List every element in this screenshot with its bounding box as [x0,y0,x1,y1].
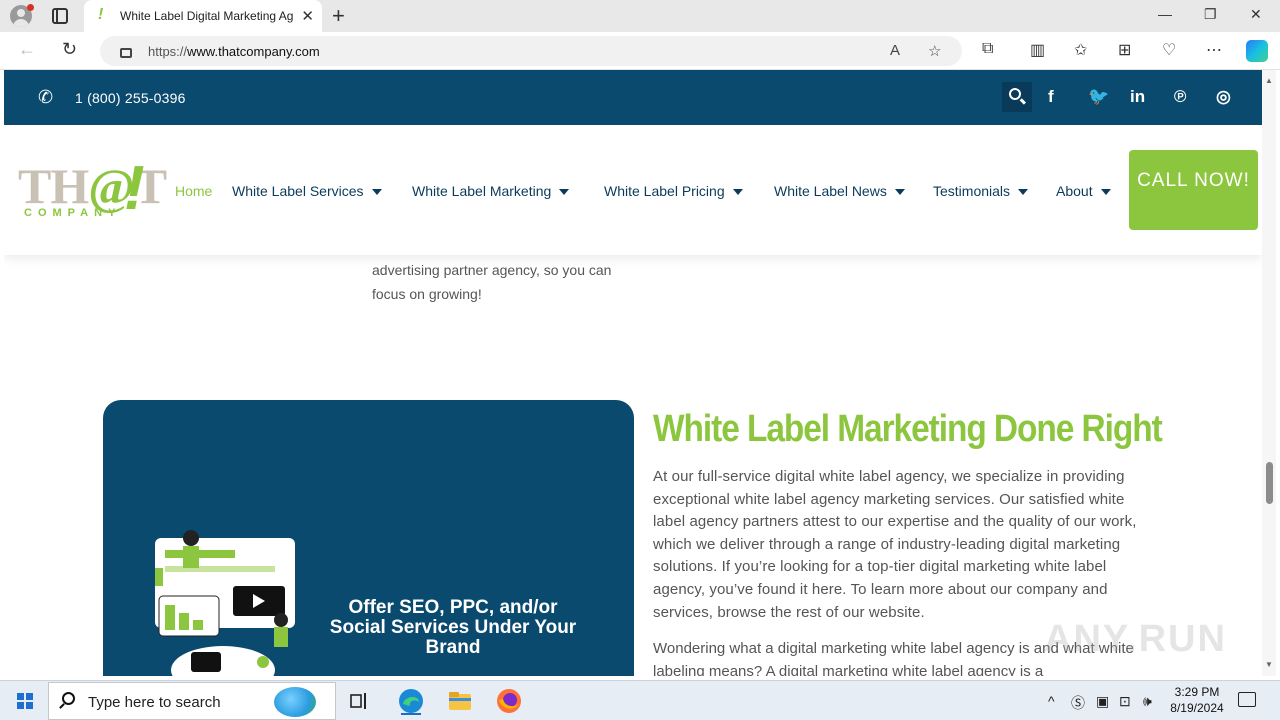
tab-title: White Label Digital Marketing Ag [120,9,294,23]
browser-toolbar: ← ↻ https://www.thatcompany.com A ☆ ⧉ ▥ … [0,32,1280,70]
reload-icon[interactable]: ↻ [62,39,77,60]
favorites-icon[interactable]: ✩ [1074,40,1087,60]
company-logo[interactable]: TH@T ! COMPANY [18,154,167,227]
chevron-down-icon [1100,189,1111,196]
call-now-label: CALL NOW! [1137,170,1250,191]
watermark-text: ANY.RUN [1044,618,1227,660]
section-paragraph-1: At our full-service digital white label … [653,468,1137,621]
linkedin-icon[interactable]: in [1130,87,1145,107]
minimize-button[interactable]: — [1158,6,1172,22]
browser-tab-strip: ! White Label Digital Marketing Ag ✕ + —… [0,0,1280,32]
tab-actions-icon[interactable] [52,8,68,24]
back-icon[interactable]: ← [18,39,36,60]
partial-paragraph: advertising partner agency, so you can f… [372,262,612,302]
windows-start-icon[interactable] [17,693,33,709]
more-icon[interactable]: ⋯ [1206,40,1222,60]
taskbar-clock[interactable]: 3:29 PM 8/19/2024 [1168,684,1226,716]
nav-white-label-services[interactable]: White Label Services [232,183,382,199]
volume-icon[interactable]: 🕪 [1143,693,1152,710]
address-bar[interactable]: https://www.thatcompany.com A ☆ [100,36,962,66]
windows-taskbar: Type here to search ^ Ⓢ ▣ ⊡ 🕪 3:29 PM 8/… [0,680,1280,720]
show-hidden-icons-icon[interactable]: ^ [1048,693,1055,709]
taskbar-search-box[interactable]: Type here to search [48,682,336,720]
logo-exclamation: ! [124,154,145,223]
call-now-button[interactable]: CALL NOW! [1129,150,1258,230]
section-title: White Label Marketing Done Right [653,408,1163,450]
phone-icon: ✆ [38,87,54,107]
clock-time: 3:29 PM [1174,685,1220,699]
performance-icon[interactable]: ♡ [1162,40,1176,60]
phone-number[interactable]: 1 (800) 255-0396 [75,90,186,106]
skype-icon[interactable]: Ⓢ [1071,693,1085,713]
notification-dot [27,4,34,11]
url-text: https://www.thatcompany.com [148,44,320,59]
chevron-down-icon [371,189,382,196]
site-favicon-icon: ! [98,6,104,23]
nav-white-label-pricing[interactable]: White Label Pricing [604,183,743,199]
nav-white-label-marketing[interactable]: White Label Marketing [412,183,570,199]
close-tab-icon[interactable]: ✕ [301,7,314,25]
search-highlight-globe-icon [274,687,316,717]
file-explorer-icon[interactable] [446,687,474,715]
meet-now-icon[interactable]: ▣ [1096,693,1109,710]
web-page: ✆ 1 (800) 255-0396 f 🐦 in ℗ ◎ TH@T ! COM… [4,70,1262,676]
clock-date: 8/19/2024 [1170,701,1224,715]
site-search-button[interactable] [1002,82,1032,112]
close-window-button[interactable]: ✕ [1250,6,1262,23]
scroll-thumb[interactable] [1266,462,1273,504]
edge-browser-icon[interactable] [397,687,425,715]
page-scrollbar[interactable]: ▲ ▼ [1262,70,1276,676]
site-top-bar: ✆ 1 (800) 255-0396 f 🐦 in ℗ ◎ [4,70,1262,125]
network-icon[interactable]: ⊡ [1119,693,1131,710]
read-aloud-icon[interactable]: A [890,42,900,59]
scroll-down-icon[interactable]: ▼ [1265,660,1273,669]
lock-icon[interactable] [120,48,132,58]
nav-testimonials[interactable]: Testimonials [933,183,1029,199]
split-screen-icon[interactable]: ▥ [1030,40,1045,60]
screen: ! White Label Digital Marketing Ag ✕ + —… [0,0,1280,720]
firefox-icon[interactable] [495,687,523,715]
copilot-icon[interactable] [1246,40,1268,62]
chevron-down-icon [732,189,743,196]
taskbar-search-placeholder: Type here to search [88,694,221,711]
feature-illustration-card: Offer SEO, PPC, and/or Social Services U… [103,400,634,676]
twitter-icon[interactable]: 🐦 [1088,87,1109,107]
chevron-down-icon [1018,189,1029,196]
browser-tab-active[interactable]: ! White Label Digital Marketing Ag ✕ [84,0,322,32]
collections-icon[interactable]: ⊞ [1118,40,1131,60]
nav-about[interactable]: About [1056,183,1111,199]
site-navbar: TH@T ! COMPANY Home White Label Services… [4,125,1262,255]
chevron-down-icon [559,189,570,196]
nav-white-label-news[interactable]: White Label News [774,183,905,199]
favorite-icon[interactable]: ☆ [928,42,941,60]
task-view-icon[interactable] [346,687,374,715]
pinterest-icon[interactable]: ℗ [1174,87,1187,107]
logo-subtitle: COMPANY [24,207,122,219]
facebook-icon[interactable]: f [1048,87,1054,107]
extensions-icon[interactable]: ⧉ [982,40,993,58]
chevron-down-icon [894,189,905,196]
scroll-up-icon[interactable]: ▲ [1265,76,1273,85]
notifications-icon[interactable] [1238,692,1256,707]
search-icon [1009,88,1021,100]
restore-button[interactable]: ❐ [1204,6,1217,23]
instagram-icon[interactable]: ◎ [1216,87,1231,107]
nav-home[interactable]: Home [175,183,212,199]
search-icon [62,692,75,705]
new-tab-button[interactable]: + [332,3,345,29]
card-headline: Offer SEO, PPC, and/or Social Services U… [329,597,577,658]
